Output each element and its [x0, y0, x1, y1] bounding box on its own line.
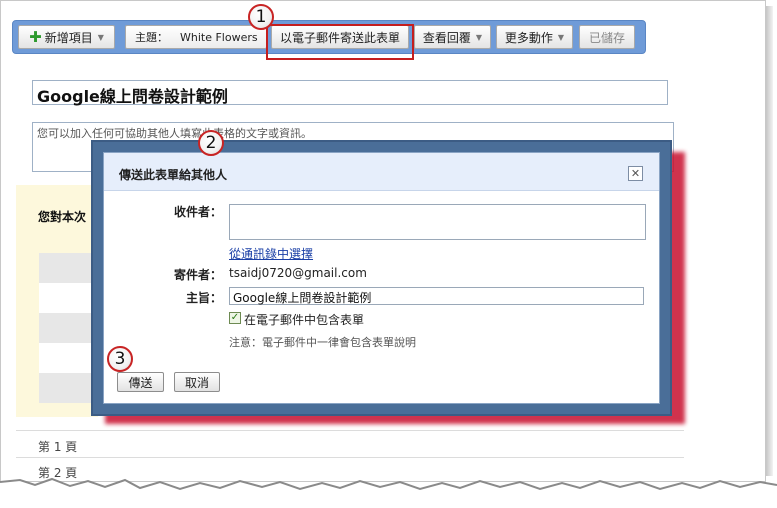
choose-from-contacts-link[interactable]: 從通訊錄中選擇	[229, 245, 313, 262]
include-form-checkbox[interactable]: ✓	[229, 312, 241, 324]
checkmark-icon: ✓	[230, 312, 240, 323]
torn-edge	[0, 477, 777, 508]
dialog-header: 傳送此表單給其他人 ✕	[104, 153, 659, 191]
subject-label: 主旨：	[185, 291, 222, 305]
page-shadow	[765, 6, 773, 476]
page-divider	[16, 430, 684, 431]
theme-selector[interactable]: 主題： White Flowers	[125, 25, 267, 49]
saved-button[interactable]: 已儲存	[579, 25, 635, 49]
view-responses-label: 查看回覆	[422, 30, 471, 45]
sender-label: 寄件者：	[173, 268, 222, 282]
page-1-label: 第 1 頁	[38, 440, 78, 454]
send-form-dialog: 傳送此表單給其他人 ✕ 收件者： 從通訊錄中選擇 寄件者： tsaidj0720…	[103, 152, 660, 404]
dialog-title: 傳送此表單給其他人	[119, 168, 228, 182]
subject-input[interactable]: Google線上問卷設計範例	[229, 287, 644, 305]
chevron-down-icon: ▼	[557, 32, 565, 42]
sender-value: tsaidj0720@gmail.com	[229, 266, 367, 280]
callout-2: 2	[198, 130, 224, 156]
question-title: 您對本次	[38, 210, 87, 224]
email-button-highlight	[266, 24, 414, 60]
view-responses-button[interactable]: 查看回覆 ▼	[414, 25, 491, 49]
theme-label: 主題：	[135, 31, 168, 44]
new-item-button[interactable]: ✚ 新增項目 ▼	[18, 25, 115, 49]
grid-row	[39, 253, 97, 283]
callout-3: 3	[107, 346, 133, 372]
include-form-label: 在電子郵件中包含表單	[244, 313, 365, 327]
page: ✚ 新增項目 ▼ 主題： White Flowers 以電子郵件寄送此表單 查看…	[0, 0, 777, 508]
page-divider	[16, 457, 684, 458]
recipients-label: 收件者：	[173, 205, 222, 219]
new-item-label: 新增項目	[44, 30, 93, 45]
grid-row	[39, 343, 97, 373]
grid-row	[39, 313, 97, 343]
dialog-note: 注意：電子郵件中一律會包含表單說明	[229, 336, 416, 349]
callout-1: 1	[248, 4, 274, 30]
grid-row	[39, 373, 97, 403]
more-actions-button[interactable]: 更多動作 ▼	[496, 25, 573, 49]
cancel-button[interactable]: 取消	[174, 372, 220, 392]
send-button[interactable]: 傳送	[117, 372, 164, 392]
theme-value: White Flowers	[180, 30, 258, 44]
chevron-down-icon: ▼	[475, 32, 483, 42]
plus-icon: ✚	[29, 27, 42, 46]
grid-row	[39, 283, 97, 313]
form-title-input[interactable]: Google線上問卷設計範例	[32, 80, 668, 106]
saved-label: 已儲存	[588, 30, 625, 45]
close-icon[interactable]: ✕	[628, 166, 643, 181]
chevron-down-icon: ▼	[97, 32, 104, 42]
more-actions-label: 更多動作	[504, 30, 553, 45]
recipients-input[interactable]	[229, 204, 646, 240]
